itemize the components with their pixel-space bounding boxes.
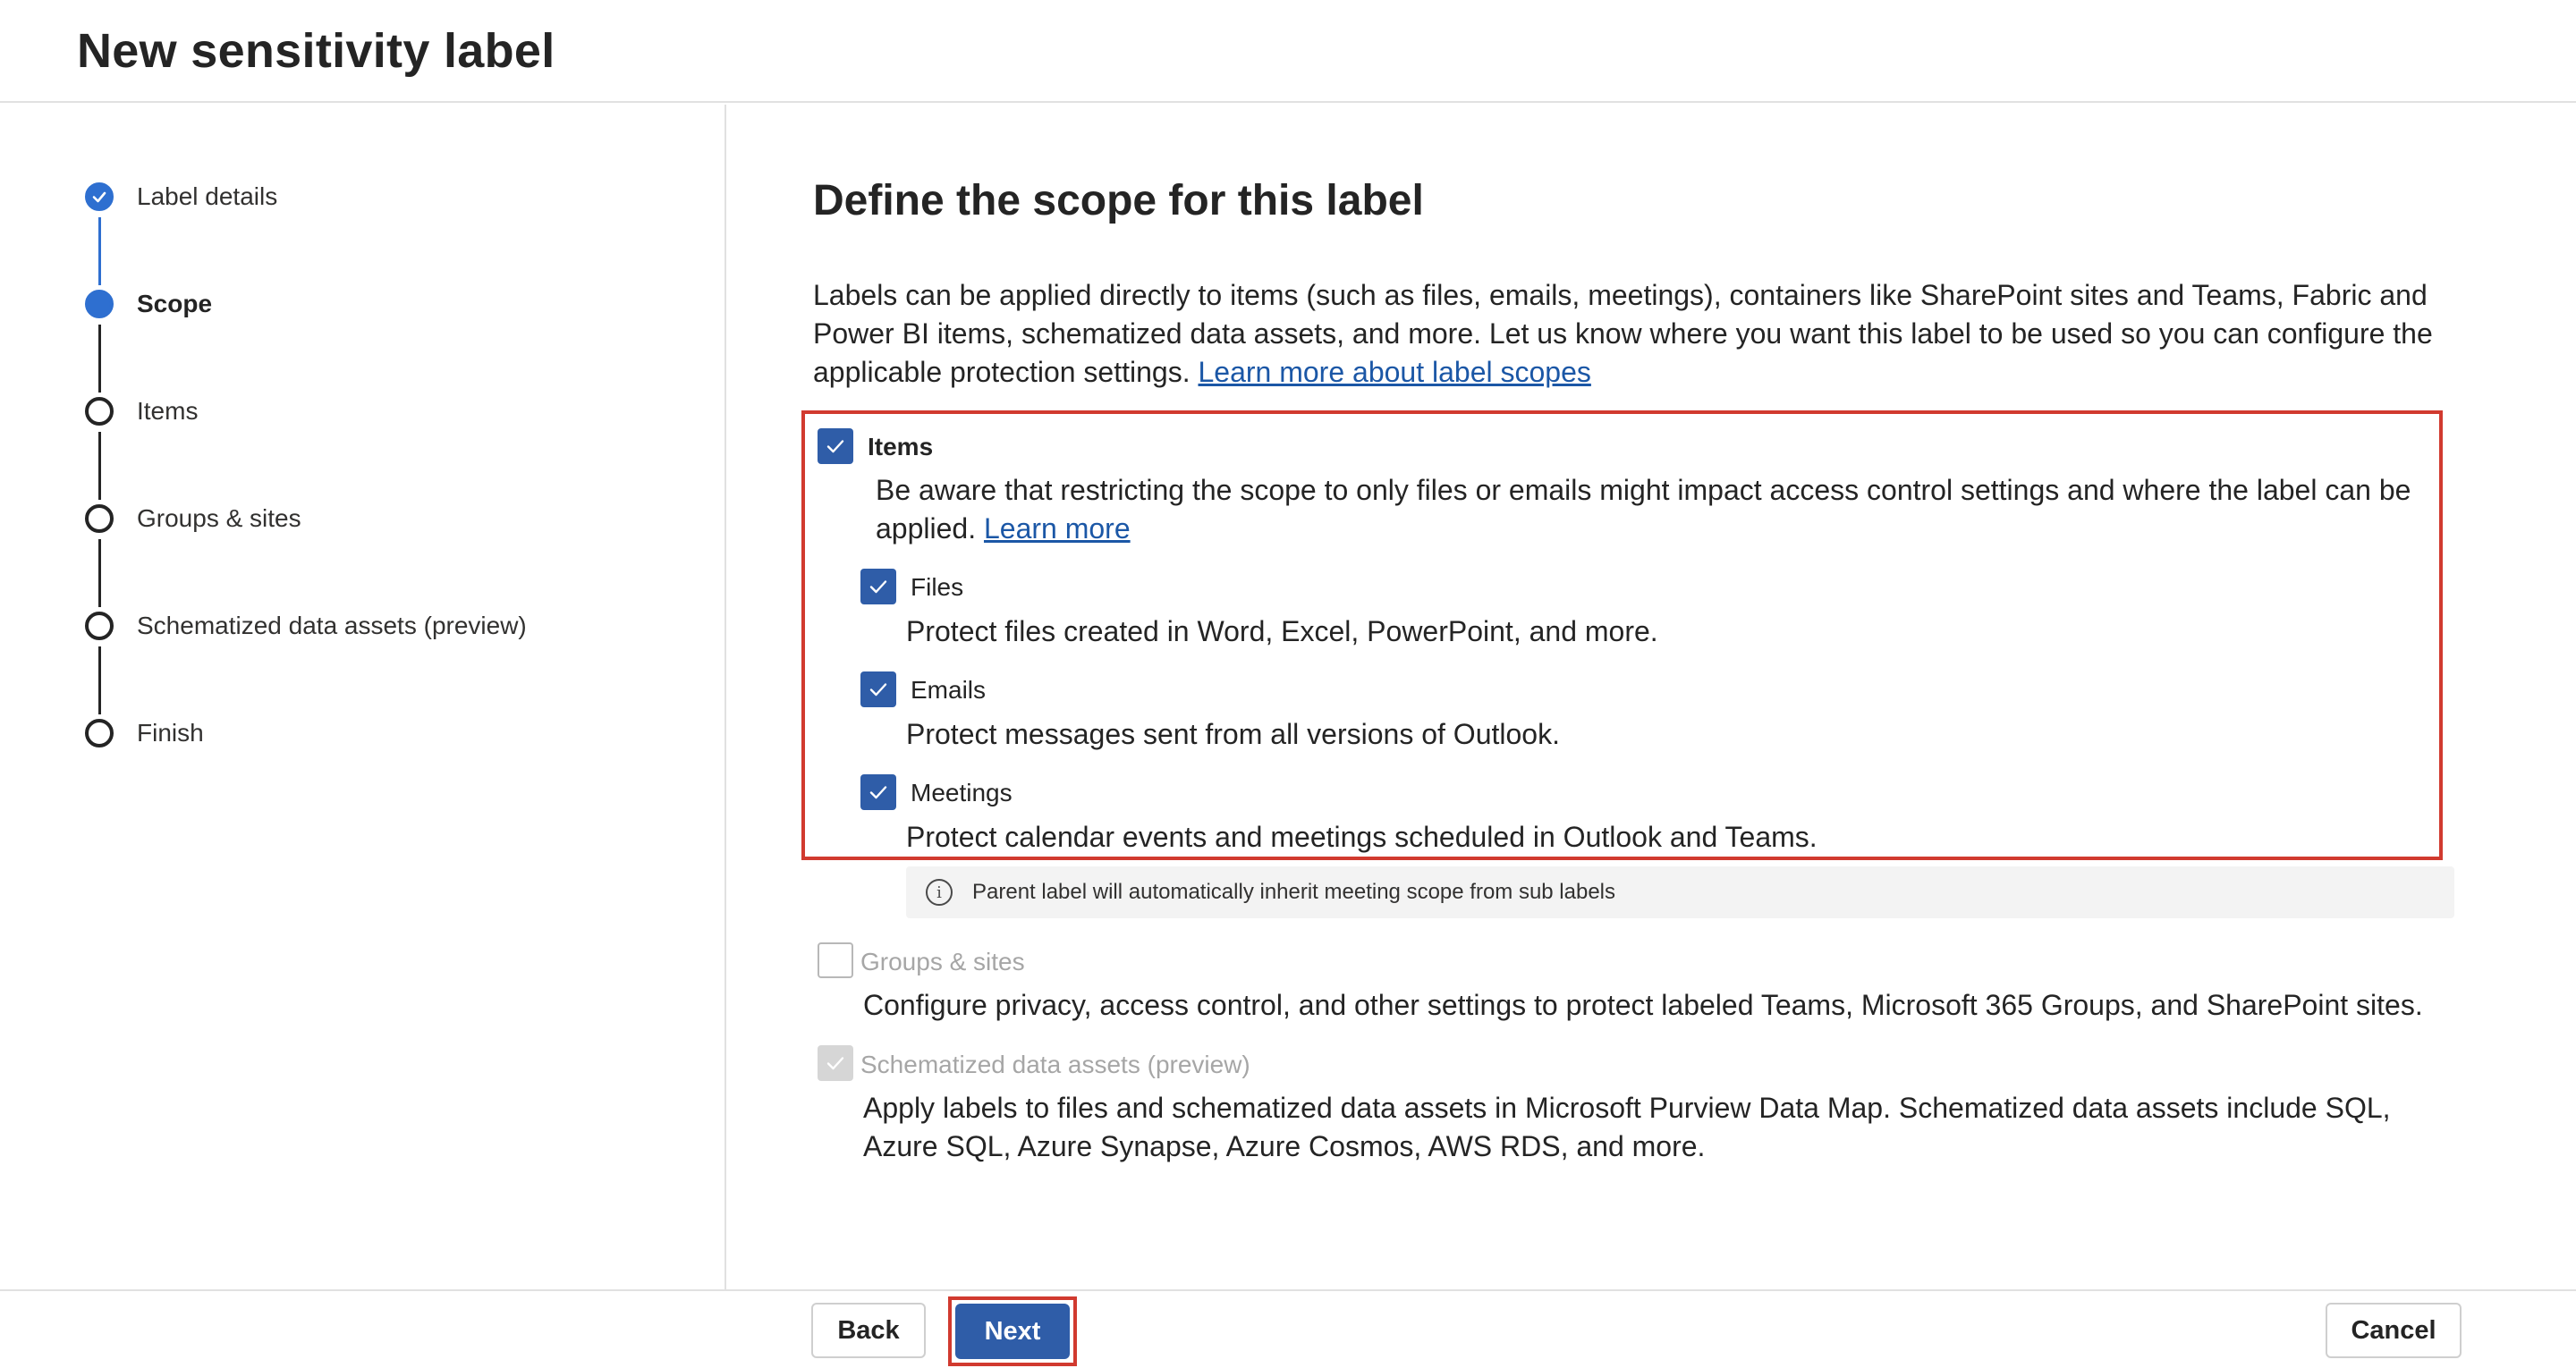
step-scope[interactable]: Scope: [85, 286, 212, 322]
step-connector: [98, 217, 101, 285]
checkmark-icon: [869, 786, 887, 799]
checkmark-icon: [826, 440, 844, 453]
page-title: New sensitivity label: [77, 24, 555, 78]
scope-description: Labels can be applied directly to items …: [813, 276, 2450, 392]
step-connector: [98, 539, 101, 607]
emails-checkbox[interactable]: [860, 671, 896, 707]
info-message-bar: i Parent label will automatically inheri…: [906, 866, 2454, 918]
items-checkbox[interactable]: [818, 428, 853, 464]
step-items[interactable]: Items: [85, 393, 198, 429]
files-checkbox[interactable]: [860, 569, 896, 604]
step-connector: [98, 432, 101, 500]
groups-sites-checkbox[interactable]: [818, 942, 853, 978]
step-groups-sites[interactable]: Groups & sites: [85, 501, 301, 536]
step-schematized-data-assets[interactable]: Schematized data assets (preview): [85, 608, 527, 644]
cancel-button[interactable]: Cancel: [2326, 1303, 2462, 1358]
schematized-data-assets-description: Apply labels to files and schematized da…: [863, 1092, 2391, 1162]
circle-icon: [85, 397, 114, 426]
circle-icon: [85, 504, 114, 533]
step-label: Label details: [137, 182, 278, 210]
current-step-icon: [85, 290, 114, 318]
scope-description-text: Labels can be applied directly to items …: [813, 279, 2433, 388]
files-description: Protect files created in Word, Excel, Po…: [906, 615, 1658, 647]
groups-sites-description: Configure privacy, access control, and o…: [863, 989, 2423, 1021]
emails-label: Emails: [911, 676, 987, 704]
checkmark-icon: [869, 580, 887, 594]
back-button[interactable]: Back: [811, 1303, 926, 1358]
checkmark-icon: [85, 182, 114, 211]
files-label: Files: [911, 573, 964, 601]
emails-description: Protect messages sent from all versions …: [906, 718, 1560, 750]
step-connector: [98, 325, 101, 393]
meetings-label: Meetings: [911, 779, 1013, 806]
step-label: Items: [137, 397, 199, 425]
schematized-data-assets-checkbox[interactable]: [818, 1045, 853, 1081]
circle-icon: [85, 719, 114, 747]
step-label: Scope: [137, 290, 213, 317]
items-label: Items: [868, 433, 934, 460]
section-title: Define the scope for this label: [813, 177, 1424, 224]
checkmark-icon: [826, 1057, 844, 1070]
step-label-details[interactable]: Label details: [85, 179, 277, 215]
next-button[interactable]: Next: [955, 1304, 1070, 1359]
learn-more-scopes-link[interactable]: Learn more about label scopes: [1198, 356, 1590, 388]
info-icon: i: [926, 879, 953, 906]
step-label: Groups & sites: [137, 504, 301, 532]
step-label: Finish: [137, 719, 204, 747]
learn-more-link[interactable]: Learn more: [984, 512, 1131, 545]
items-description: Be aware that restricting the scope to o…: [876, 471, 2423, 548]
circle-icon: [85, 612, 114, 640]
wizard-steps: [0, 105, 726, 1289]
step-connector: [98, 646, 101, 714]
footer: [0, 1289, 2576, 1368]
step-label: Schematized data assets (preview): [137, 612, 527, 639]
schematized-data-assets-label: Schematized data assets (preview): [860, 1051, 1250, 1078]
info-message: Parent label will automatically inherit …: [972, 880, 1616, 904]
groups-sites-label: Groups & sites: [860, 948, 1025, 975]
checkmark-icon: [869, 683, 887, 697]
step-finish[interactable]: Finish: [85, 715, 204, 751]
meetings-description: Protect calendar events and meetings sch…: [906, 821, 1818, 853]
meetings-checkbox[interactable]: [860, 774, 896, 810]
header: New sensitivity label: [0, 0, 2576, 103]
